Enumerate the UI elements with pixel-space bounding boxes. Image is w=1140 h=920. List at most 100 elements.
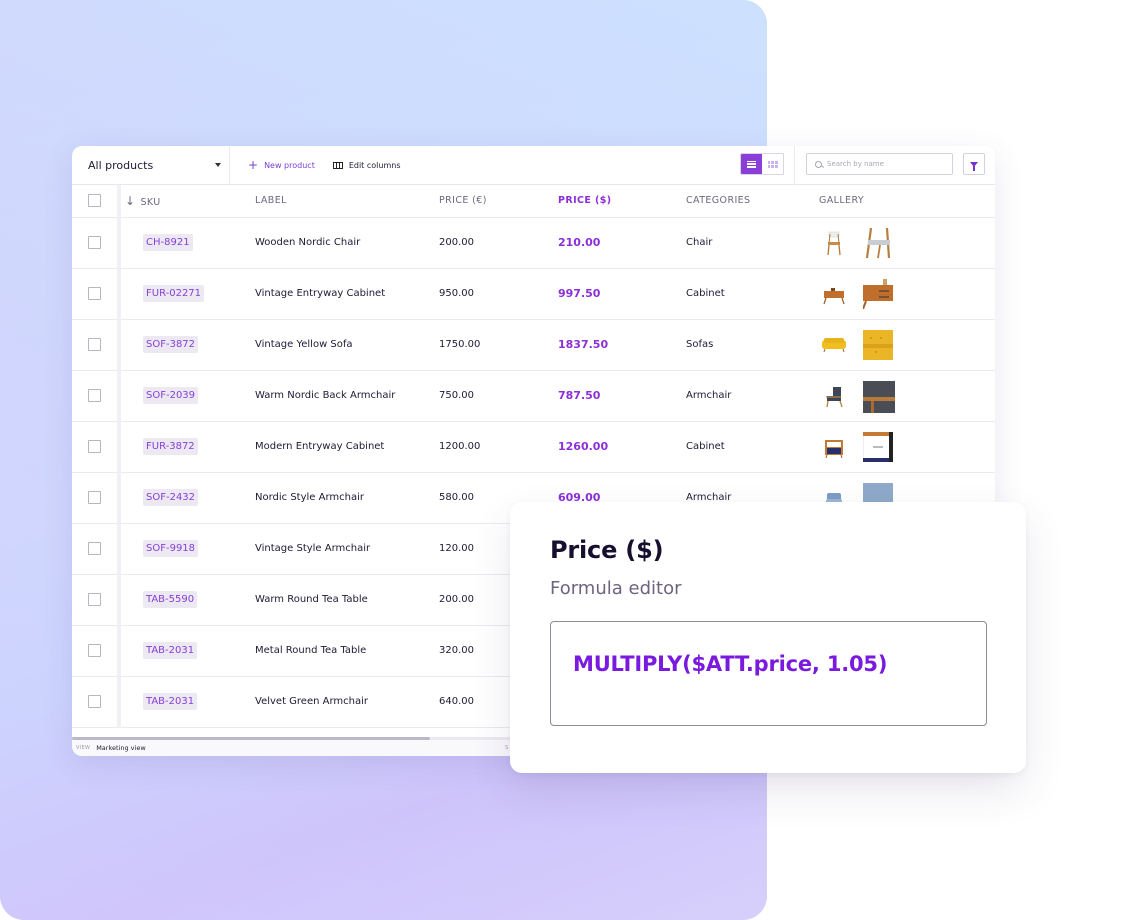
sku-cell: FUR-02271 [119, 268, 255, 320]
formula-editor-title: Price ($) [550, 536, 664, 564]
row-checkbox[interactable] [88, 440, 101, 453]
column-header-price-usd[interactable]: PRICE ($) [558, 185, 686, 218]
category-cell[interactable]: Sofas [686, 319, 819, 371]
row-select-cell [72, 574, 121, 626]
sort-descending-icon[interactable]: ↓ [125, 194, 135, 208]
category-cell[interactable]: Chair [686, 217, 819, 269]
label-cell[interactable]: Warm Round Tea Table [255, 574, 439, 626]
price-usd-cell[interactable]: 1837.50 [558, 319, 686, 371]
category-cell[interactable]: Cabinet [686, 268, 819, 320]
sofa-fabric-thumbnail-image[interactable] [863, 329, 893, 360]
price-eur-cell[interactable]: 1750.00 [439, 319, 558, 371]
table-row[interactable]: CH-8921 Wooden Nordic Chair 200.00 210.0… [72, 217, 995, 269]
search-input[interactable] [827, 160, 937, 168]
price-usd-cell[interactable]: 210.00 [558, 217, 686, 269]
category-cell[interactable]: Armchair [686, 370, 819, 422]
label-cell[interactable]: Vintage Yellow Sofa [255, 319, 439, 371]
gallery-cell [819, 421, 995, 473]
price-usd-cell[interactable]: 1260.00 [558, 421, 686, 473]
cabinet-thumbnail-image[interactable] [819, 432, 849, 462]
new-product-button[interactable]: + New product [248, 159, 315, 171]
filter-button[interactable] [963, 153, 985, 175]
row-checkbox[interactable] [88, 287, 101, 300]
select-all-checkbox[interactable] [88, 194, 101, 208]
cabinet-detail-thumbnail-image[interactable] [862, 431, 894, 462]
price-usd-cell[interactable]: 997.50 [558, 268, 686, 320]
price-usd-cell[interactable]: 787.50 [558, 370, 686, 422]
label-cell[interactable]: Warm Nordic Back Armchair [255, 370, 439, 422]
edit-columns-button[interactable]: Edit columns [332, 160, 401, 170]
grid-view-button[interactable] [762, 154, 783, 174]
column-header-price-eur[interactable]: PRICE (€) [439, 185, 558, 218]
list-icon [747, 160, 756, 168]
search-field[interactable] [806, 153, 953, 175]
formula-editor-card: Price ($) Formula editor MULTIPLY($ATT.p… [510, 502, 1026, 773]
edit-columns-label: Edit columns [348, 160, 401, 170]
sku-tag[interactable]: CH-8921 [143, 234, 193, 251]
view-footer-label: VIEW [76, 745, 91, 751]
row-select-cell [72, 268, 121, 320]
view-selector-dropdown[interactable]: All products [72, 146, 230, 184]
chair-detail-thumbnail-image[interactable] [863, 227, 893, 258]
sku-cell: SOF-9918 [119, 523, 255, 575]
label-cell[interactable]: Vintage Entryway Cabinet [255, 268, 439, 320]
row-checkbox[interactable] [88, 542, 101, 555]
formula-editor-subtitle: Formula editor [550, 578, 682, 599]
column-header-label[interactable]: LABEL [255, 185, 439, 218]
sku-tag[interactable]: TAB-2031 [143, 693, 198, 710]
price-eur-cell[interactable]: 950.00 [439, 268, 558, 320]
label-cell[interactable]: Velvet Green Armchair [255, 676, 439, 728]
armchair-detail-thumbnail-image[interactable] [863, 380, 895, 413]
chair-thumbnail-image[interactable] [819, 228, 849, 258]
table-row[interactable]: SOF-2039 Warm Nordic Back Armchair 750.0… [72, 370, 995, 422]
view-footer-value[interactable]: Marketing view [96, 744, 145, 752]
table-row[interactable]: FUR-02271 Vintage Entryway Cabinet 950.0… [72, 268, 995, 320]
row-select-cell [72, 370, 121, 422]
label-cell[interactable]: Modern Entryway Cabinet [255, 421, 439, 473]
row-checkbox[interactable] [88, 695, 101, 708]
cabinet-thumbnail-image[interactable] [819, 279, 849, 309]
column-header-label: SKU [140, 196, 161, 208]
sofa-thumbnail-image[interactable] [819, 330, 849, 360]
price-eur-cell[interactable]: 1200.00 [439, 421, 558, 473]
table-row[interactable]: SOF-3872 Vintage Yellow Sofa 1750.00 183… [72, 319, 995, 371]
column-header-categories[interactable]: CATEGORIES [686, 185, 819, 218]
label-cell[interactable]: Metal Round Tea Table [255, 625, 439, 677]
table-row[interactable]: FUR-3872 Modern Entryway Cabinet 1200.00… [72, 421, 995, 473]
toolbar-divider [794, 146, 795, 185]
sku-tag[interactable]: SOF-9918 [143, 540, 199, 557]
row-checkbox[interactable] [88, 389, 101, 402]
row-checkbox[interactable] [88, 644, 101, 657]
view-selector-label: All products [88, 158, 154, 172]
toolbar: All products + New product Edit columns [72, 146, 995, 185]
sku-tag[interactable]: FUR-02271 [143, 285, 205, 302]
gallery-cell [819, 268, 995, 320]
row-checkbox[interactable] [88, 593, 101, 606]
category-cell[interactable]: Cabinet [686, 421, 819, 473]
price-eur-cell[interactable]: 200.00 [439, 217, 558, 269]
sku-tag[interactable]: SOF-3872 [143, 336, 199, 353]
row-checkbox[interactable] [88, 491, 101, 504]
sku-tag[interactable]: TAB-5590 [143, 591, 198, 608]
formula-input[interactable]: MULTIPLY($ATT.price, 1.05) [550, 621, 987, 726]
columns-icon [332, 161, 343, 169]
column-header-sku[interactable]: ↓ SKU [119, 185, 255, 218]
armchair-thumbnail-image[interactable] [819, 381, 849, 411]
sku-tag[interactable]: SOF-2039 [143, 387, 199, 404]
row-checkbox[interactable] [88, 236, 101, 249]
cabinet-detail-thumbnail-image[interactable] [862, 278, 893, 309]
select-all-cell [72, 185, 121, 218]
row-checkbox[interactable] [88, 338, 101, 351]
sku-tag[interactable]: TAB-2031 [143, 642, 198, 659]
price-eur-cell[interactable]: 750.00 [439, 370, 558, 422]
sku-cell: TAB-5590 [119, 574, 255, 626]
label-cell[interactable]: Vintage Style Armchair [255, 523, 439, 575]
label-cell[interactable]: Nordic Style Armchair [255, 472, 439, 524]
column-header-gallery[interactable]: GALLERY [819, 185, 995, 218]
row-select-cell [72, 472, 121, 524]
label-cell[interactable]: Wooden Nordic Chair [255, 217, 439, 269]
sku-cell: FUR-3872 [119, 421, 255, 473]
sku-tag[interactable]: SOF-2432 [143, 489, 199, 506]
list-view-button[interactable] [741, 154, 762, 174]
sku-tag[interactable]: FUR-3872 [143, 438, 198, 455]
